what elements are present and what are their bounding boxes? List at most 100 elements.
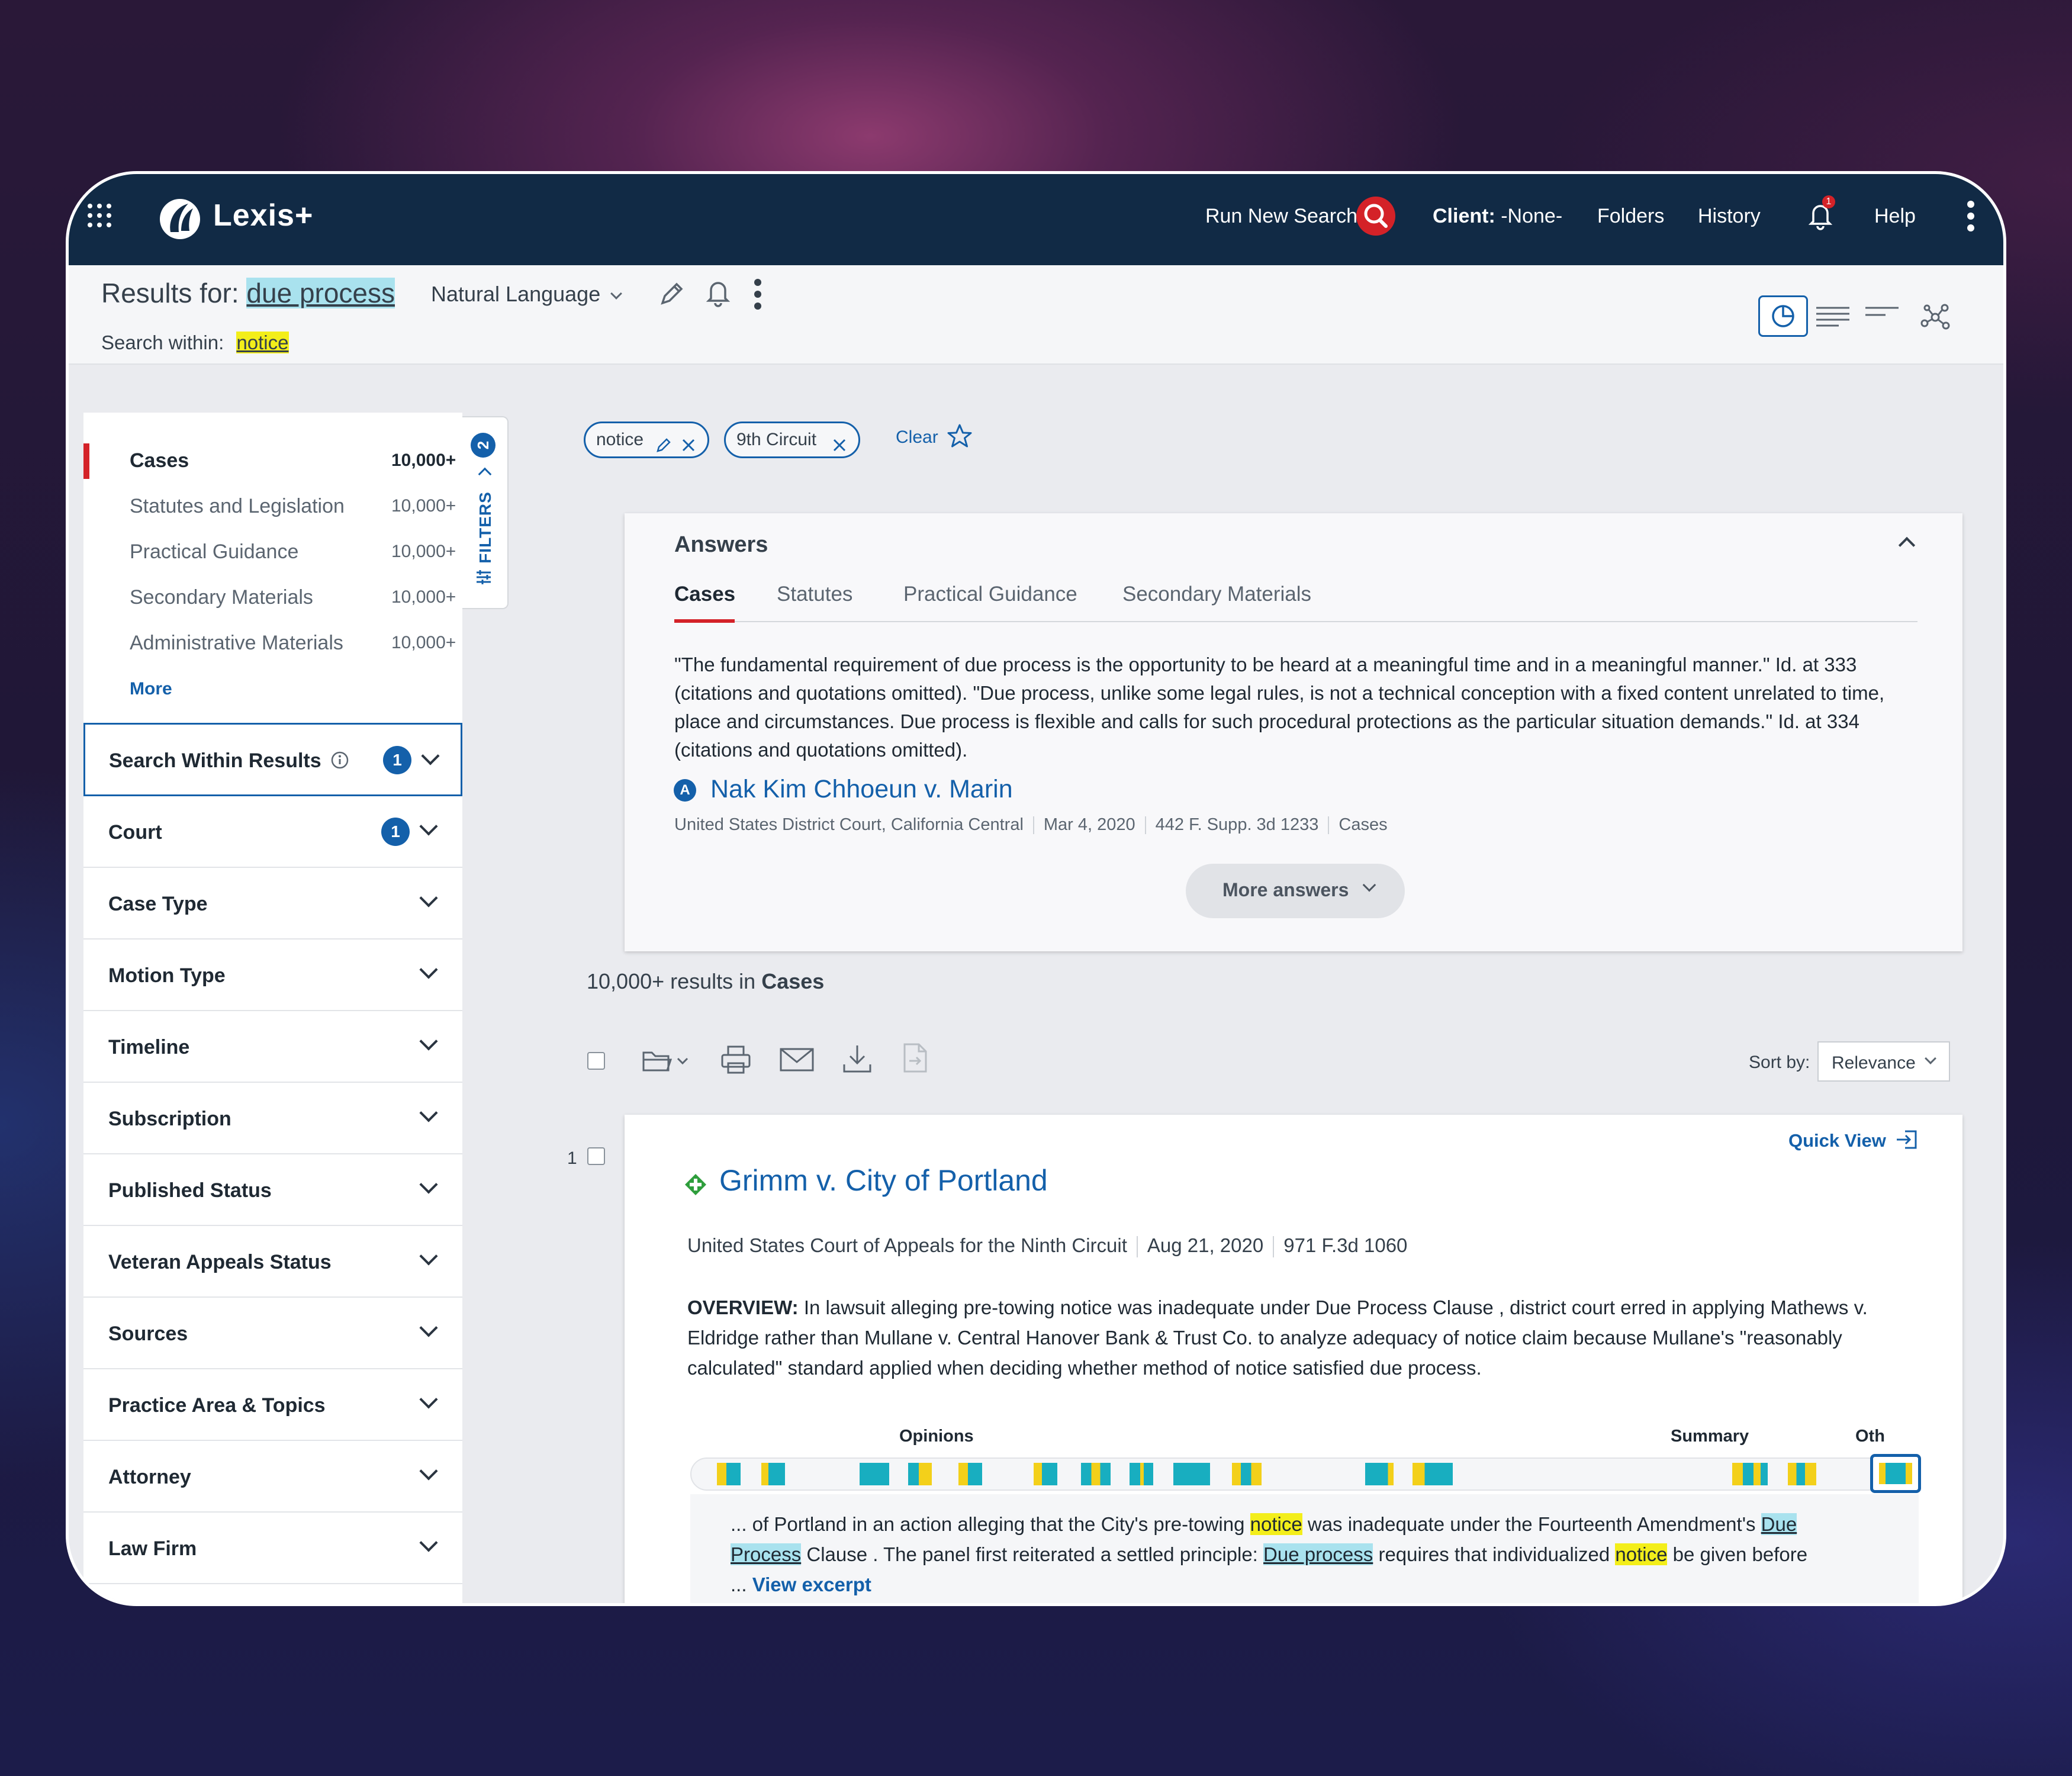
filter-label: Search Within Results [109, 749, 321, 772]
filter-veteran-appeals-status[interactable]: Veteran Appeals Status [83, 1226, 462, 1298]
more-answers-button[interactable]: More answers [1186, 864, 1405, 918]
filter-subscription[interactable]: Subscription [83, 1083, 462, 1154]
sort-dropdown[interactable]: Relevance [1817, 1041, 1950, 1082]
term-hit-marker[interactable] [958, 1463, 982, 1485]
filters-toggle-tab[interactable]: 2 FILTERS [462, 416, 509, 609]
top-nav-bar: Lexis+ Run New Search Client: -None- Fol… [69, 174, 2003, 265]
filter-label: Court [108, 821, 162, 844]
filter-court[interactable]: Court 1 [83, 796, 462, 868]
filter-case-type[interactable]: Case Type [83, 868, 462, 940]
client-selector[interactable]: Client: -None- [1433, 205, 1562, 228]
term-hit-marker[interactable] [860, 1463, 889, 1485]
answers-tab-practical-guidance[interactable]: Practical Guidance [903, 583, 1077, 606]
chevron-down-icon [1925, 1053, 1936, 1064]
search-within-label: Search within: [101, 332, 224, 353]
info-icon[interactable] [330, 751, 349, 770]
download-icon[interactable] [842, 1043, 873, 1075]
quick-view-link[interactable]: Quick View [1788, 1129, 1918, 1151]
edit-search-icon[interactable] [658, 279, 686, 308]
category-count: 10,000+ [391, 633, 456, 652]
filter-chip-notice[interactable]: notice [584, 422, 709, 458]
folder-icon[interactable] [641, 1045, 694, 1075]
search-within-term: notice [236, 332, 289, 353]
category-practical-guidance[interactable]: Practical Guidance [130, 540, 298, 564]
alert-bell-icon[interactable] [705, 278, 731, 308]
more-menu-icon[interactable] [1966, 200, 1976, 232]
term-hit-marker[interactable] [717, 1463, 741, 1485]
print-icon[interactable] [720, 1044, 752, 1075]
filter-timeline[interactable]: Timeline [83, 1011, 462, 1083]
search-query[interactable]: due process [246, 278, 395, 308]
current-hit-marker[interactable] [1870, 1454, 1921, 1493]
result-checkbox[interactable] [587, 1147, 605, 1165]
history-link[interactable]: History [1698, 205, 1761, 228]
filter-label: Sources [108, 1323, 188, 1345]
search-options-icon[interactable] [753, 278, 762, 310]
chevron-down-icon [419, 1318, 438, 1337]
filter-motion-type[interactable]: Motion Type [83, 940, 462, 1011]
term-hit-marker[interactable] [1034, 1463, 1057, 1485]
excerpt-highlight: Due [1761, 1513, 1797, 1535]
answer-case-title[interactable]: Nak Kim Chhoeun v. Marin [710, 775, 1013, 804]
category-administrative-materials[interactable]: Administrative Materials [130, 632, 343, 655]
answer-line: "The fundamental requirement of due proc… [674, 654, 1857, 675]
search-mode-dropdown[interactable]: Natural Language [431, 282, 623, 307]
answer-line: place and circumstances. Due process is … [674, 710, 1859, 732]
overview-line: Eldridge rather than Mullane v. Central … [687, 1327, 1842, 1349]
term-hit-marker[interactable] [1081, 1463, 1111, 1485]
answers-tab-cases[interactable]: Cases [674, 583, 735, 606]
term-hit-marker[interactable] [1732, 1463, 1768, 1485]
search-mode-label: Natural Language [431, 282, 601, 306]
chevron-down-icon [419, 1390, 438, 1409]
graph-view-icon[interactable] [1919, 300, 1952, 333]
close-icon[interactable] [831, 432, 848, 452]
folders-link[interactable]: Folders [1597, 205, 1664, 228]
term-hit-marker[interactable] [1173, 1463, 1210, 1485]
result-title[interactable]: Grimm v. City of Portland [719, 1163, 1048, 1198]
term-hit-marker[interactable] [1365, 1463, 1394, 1485]
term-hit-marker[interactable] [1788, 1463, 1816, 1485]
clear-filters-link[interactable]: Clear [896, 427, 938, 448]
category-secondary-materials[interactable]: Secondary Materials [130, 586, 313, 609]
divider [1273, 1236, 1275, 1258]
collapse-answers-icon[interactable] [1898, 536, 1916, 554]
full-list-view-icon[interactable] [1815, 304, 1851, 328]
term-hit-marker[interactable] [908, 1463, 932, 1485]
export-document-icon[interactable] [902, 1042, 928, 1074]
answers-tab-secondary-materials[interactable]: Secondary Materials [1122, 583, 1311, 606]
filter-chip-9th-circuit[interactable]: 9th Circuit [724, 422, 860, 458]
email-icon[interactable] [779, 1047, 815, 1073]
chevron-down-icon [419, 817, 438, 836]
filter-count-badge: 1 [381, 818, 410, 846]
more-categories-link[interactable]: More [130, 679, 172, 699]
chart-view-icon[interactable] [1758, 295, 1808, 337]
star-icon[interactable] [946, 423, 973, 450]
run-new-search-link[interactable]: Run New Search [1205, 205, 1357, 228]
search-icon[interactable] [1356, 197, 1395, 236]
compact-list-view-icon[interactable] [1864, 304, 1900, 322]
chevron-down-icon [419, 1032, 438, 1051]
close-icon[interactable] [680, 432, 697, 452]
term-hit-marker[interactable] [1232, 1463, 1262, 1485]
term-hit-marker[interactable] [761, 1463, 785, 1485]
filter-sidebar: Cases 10,000+ Statutes and Legislation 1… [83, 413, 462, 1603]
term-hit-marker[interactable] [1413, 1463, 1453, 1485]
app-logo[interactable]: Lexis+ [213, 198, 313, 233]
help-link[interactable]: Help [1874, 205, 1916, 228]
view-excerpt-link[interactable]: View excerpt [752, 1574, 871, 1595]
answers-tab-statutes[interactable]: Statutes [777, 583, 852, 606]
term-hit-marker[interactable] [1130, 1463, 1153, 1485]
category-statutes[interactable]: Statutes and Legislation [130, 495, 345, 518]
filter-practice-area-topics[interactable]: Practice Area & Topics [83, 1369, 462, 1441]
excerpt-fragment: ... [731, 1574, 752, 1595]
answer-line: (citations and quotations omitted). "Due… [674, 682, 1885, 704]
filter-published-status[interactable]: Published Status [83, 1154, 462, 1226]
filter-attorney[interactable]: Attorney [83, 1441, 462, 1513]
category-cases[interactable]: Cases [130, 449, 189, 472]
filter-law-firm[interactable]: Law Firm [83, 1513, 462, 1584]
filter-sources[interactable]: Sources [83, 1298, 462, 1369]
edit-chip-icon[interactable] [655, 432, 672, 452]
filter-search-within-results[interactable]: Search Within Results 1 [83, 723, 462, 796]
select-all-checkbox[interactable] [587, 1052, 605, 1070]
apps-grid-icon[interactable] [86, 202, 112, 229]
